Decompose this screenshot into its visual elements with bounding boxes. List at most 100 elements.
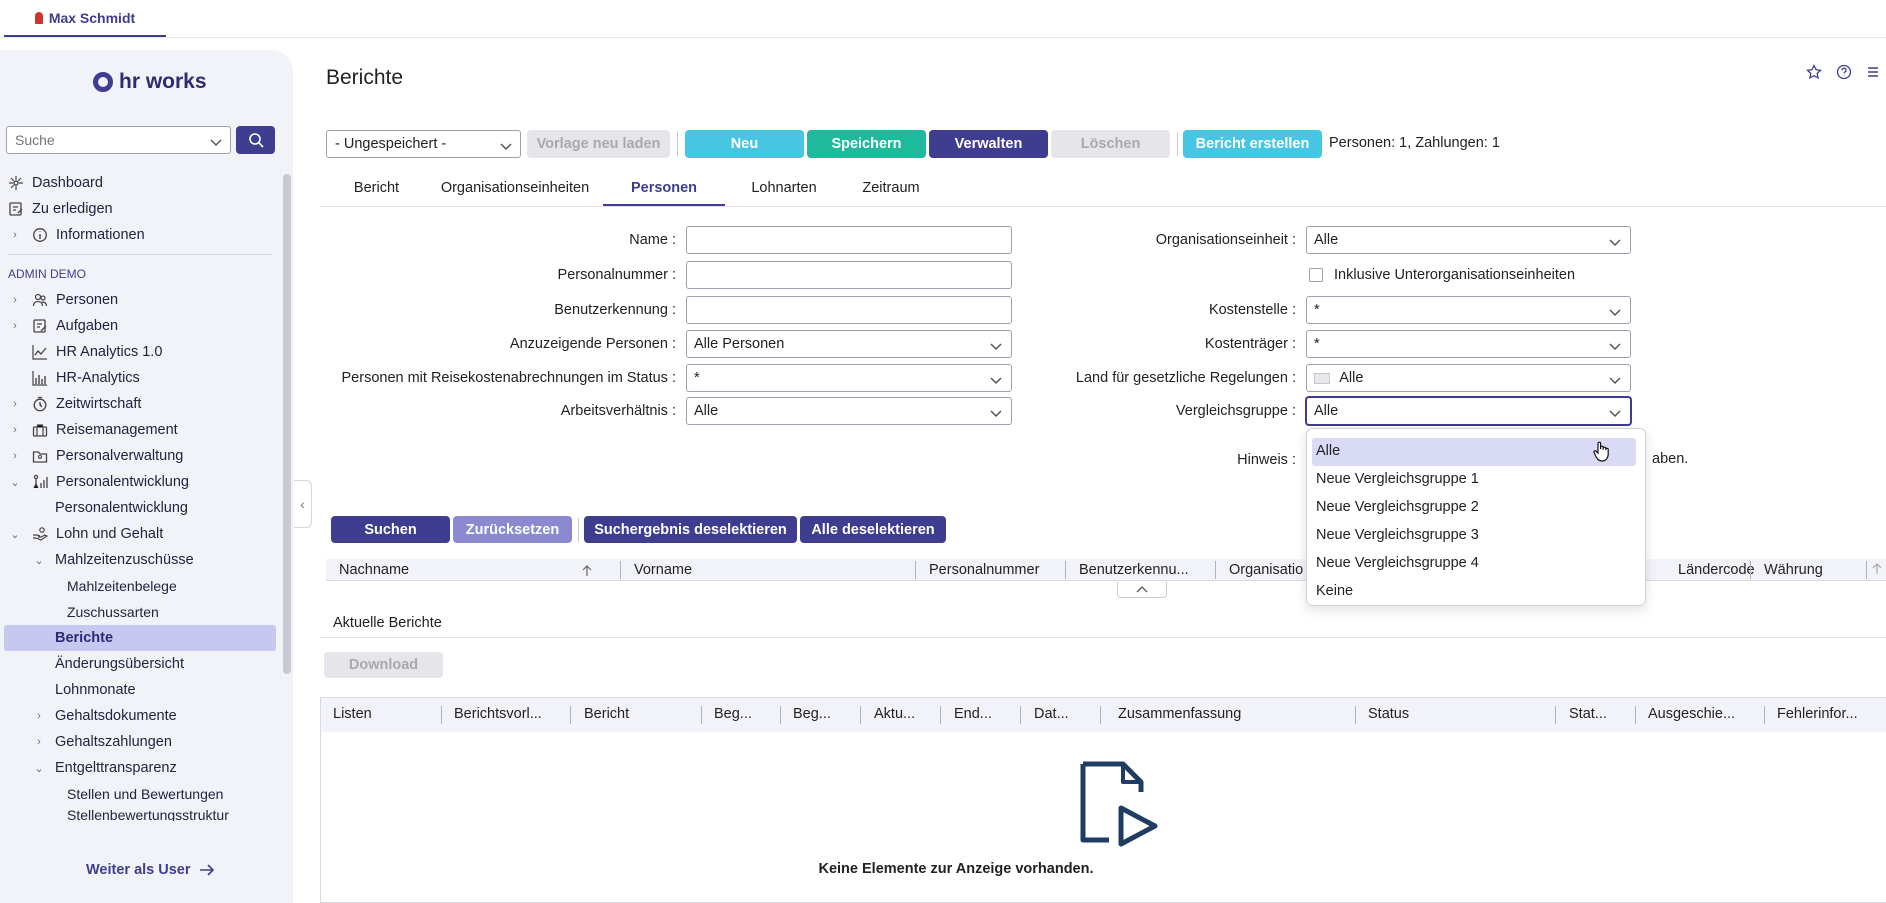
column-header[interactable]: Stat... xyxy=(1569,706,1607,722)
sidebar-item-personalverwaltung[interactable]: › Personalverwaltung xyxy=(0,443,280,469)
column-separator[interactable] xyxy=(1065,561,1066,579)
sidebar-scrollbar[interactable] xyxy=(283,174,291,674)
sidebar-item-gehaltszahlungen[interactable]: › Gehaltszahlungen xyxy=(0,729,280,755)
column-separator[interactable] xyxy=(620,561,621,579)
employment-select[interactable]: Alle xyxy=(686,397,1012,425)
column-separator[interactable] xyxy=(780,706,781,724)
tab-personen[interactable]: Personen xyxy=(603,176,725,206)
tab-zeitraum[interactable]: Zeitraum xyxy=(843,176,939,206)
sidebar-item-personen[interactable]: › Personen xyxy=(0,287,280,313)
column-separator[interactable] xyxy=(1100,706,1101,724)
column-header[interactable]: Nachname xyxy=(339,562,409,578)
column-header[interactable]: Zusammenfassung xyxy=(1118,706,1241,722)
delete-button[interactable]: Löschen xyxy=(1051,130,1170,158)
sidebar-item-hr-analytics[interactable]: HR-Analytics xyxy=(0,365,280,391)
new-button[interactable]: Neu xyxy=(685,130,804,158)
column-separator[interactable] xyxy=(940,706,941,724)
column-separator[interactable] xyxy=(860,706,861,724)
comparison-group-select[interactable]: Alle xyxy=(1306,397,1631,425)
sidebar-item-mahlzeitenzuschuesse[interactable]: ⌄ Mahlzeitenzuschüsse xyxy=(0,547,280,573)
sidebar-item-personalentwicklung-sub[interactable]: Personalentwicklung xyxy=(0,495,280,521)
tab-organisationseinheiten[interactable]: Organisationseinheiten xyxy=(427,176,603,206)
column-header[interactable]: Fehlerinfor... xyxy=(1777,706,1858,722)
sidebar-item-informationen[interactable]: › Informationen xyxy=(0,222,280,248)
column-separator[interactable] xyxy=(1750,561,1751,579)
costcenter-select[interactable]: * xyxy=(1306,296,1631,324)
column-separator[interactable] xyxy=(1866,561,1867,579)
column-separator[interactable] xyxy=(1215,561,1216,579)
column-separator[interactable] xyxy=(441,706,442,724)
chevron-down-icon[interactable]: ⌄ xyxy=(10,476,20,489)
sidebar-item-reisemanagement[interactable]: › Reisemanagement xyxy=(0,417,280,443)
dropdown-option[interactable]: Alle xyxy=(1312,438,1636,466)
chevron-right-icon[interactable]: › xyxy=(10,294,20,306)
column-separator[interactable] xyxy=(915,561,916,579)
sidebar-item-entgelttransparenz[interactable]: ⌄ Entgelttransparenz xyxy=(0,755,280,781)
search-button[interactable]: Suchen xyxy=(331,516,450,543)
star-icon[interactable] xyxy=(1806,64,1822,80)
column-header[interactable]: Beg... xyxy=(714,706,752,722)
column-separator[interactable] xyxy=(570,706,571,724)
chevron-right-icon[interactable]: › xyxy=(10,424,20,436)
chevron-down-icon[interactable]: ⌄ xyxy=(10,528,20,541)
sidebar-item-stellen-bewertungen[interactable]: Stellen und Bewertungen xyxy=(0,781,280,807)
menu-icon[interactable] xyxy=(1866,64,1878,80)
search-button[interactable] xyxy=(236,126,275,154)
column-header[interactable]: Personalnummer xyxy=(929,562,1039,578)
tab-bericht[interactable]: Bericht xyxy=(326,176,427,206)
column-header[interactable]: Organisatio xyxy=(1229,562,1303,578)
country-select[interactable]: Alle xyxy=(1306,364,1631,392)
chevron-down-icon[interactable]: ⌄ xyxy=(34,762,44,775)
orgunit-select[interactable]: Alle xyxy=(1306,226,1631,254)
column-separator[interactable] xyxy=(701,706,702,724)
deselect-all-button[interactable]: Alle deselektieren xyxy=(800,516,946,543)
logo[interactable]: hr works xyxy=(93,70,207,94)
sidebar-item-berichte[interactable]: Berichte xyxy=(4,625,276,651)
tab-lohnarten[interactable]: Lohnarten xyxy=(725,176,843,206)
sidebar-item-dashboard[interactable]: Dashboard xyxy=(0,170,280,196)
sidebar-item-lohnmonate[interactable]: Lohnmonate xyxy=(0,677,280,703)
column-header[interactable]: Benutzerkennu... xyxy=(1079,562,1189,578)
column-header[interactable]: Ausgeschie... xyxy=(1648,706,1735,722)
search-input[interactable] xyxy=(7,127,197,153)
sidebar-item-personalentwicklung[interactable]: ⌄ Personalentwicklung xyxy=(0,469,280,495)
include-suborg-checkbox[interactable] xyxy=(1309,268,1323,282)
sidebar-item-hr-analytics-1[interactable]: HR Analytics 1.0 xyxy=(0,339,280,365)
column-header[interactable]: Bericht xyxy=(584,706,629,722)
sidebar-item-todo[interactable]: Zu erledigen xyxy=(0,196,280,222)
chevron-right-icon[interactable]: › xyxy=(34,736,44,748)
create-report-button[interactable]: Bericht erstellen xyxy=(1183,130,1322,158)
download-button[interactable]: Download xyxy=(324,652,443,678)
column-header[interactable]: Status xyxy=(1368,706,1409,722)
column-header[interactable]: Aktu... xyxy=(874,706,915,722)
deselect-results-button[interactable]: Suchergebnis deselektieren xyxy=(584,516,797,543)
chevron-right-icon[interactable]: › xyxy=(10,229,20,241)
dropdown-option[interactable]: Neue Vergleichsgruppe 1 xyxy=(1312,466,1636,494)
show-persons-select[interactable]: Alle Personen xyxy=(686,330,1012,358)
user-tab[interactable]: Max Schmidt xyxy=(4,0,166,37)
travel-status-select[interactable]: * xyxy=(686,364,1012,392)
manage-button[interactable]: Verwalten xyxy=(929,130,1048,158)
sidebar-item-zuschussarten[interactable]: Zuschussarten xyxy=(0,599,280,625)
column-separator[interactable] xyxy=(1020,706,1021,724)
sidebar-item-zeitwirtschaft[interactable]: › Zeitwirtschaft xyxy=(0,391,280,417)
template-select[interactable]: - Ungespeichert - xyxy=(326,130,521,158)
sidebar-item-stellenbewertungsstruktur[interactable]: Stellenbewertungsstruktur xyxy=(0,807,280,821)
save-button[interactable]: Speichern xyxy=(807,130,926,158)
chevron-down-icon[interactable]: ⌄ xyxy=(34,554,44,567)
reset-button[interactable]: Zurücksetzen xyxy=(453,516,572,543)
dropdown-option[interactable]: Keine xyxy=(1312,578,1636,606)
reload-template-button[interactable]: Vorlage neu laden xyxy=(527,130,670,158)
chevron-right-icon[interactable]: › xyxy=(10,450,20,462)
name-field[interactable] xyxy=(686,226,1012,254)
dropdown-option[interactable]: Neue Vergleichsgruppe 3 xyxy=(1312,522,1636,550)
column-separator[interactable] xyxy=(1555,706,1556,724)
user-id-field[interactable] xyxy=(686,296,1012,324)
dropdown-option[interactable]: Neue Vergleichsgruppe 4 xyxy=(1312,550,1636,578)
column-header[interactable]: End... xyxy=(954,706,992,722)
continue-as-user-link[interactable]: Weiter als User xyxy=(86,862,215,878)
sidebar-item-gehaltsdokumente[interactable]: › Gehaltsdokumente xyxy=(0,703,280,729)
column-separator[interactable] xyxy=(1355,706,1356,724)
dropdown-option[interactable]: Neue Vergleichsgruppe 2 xyxy=(1312,494,1636,522)
help-icon[interactable] xyxy=(1836,64,1852,80)
